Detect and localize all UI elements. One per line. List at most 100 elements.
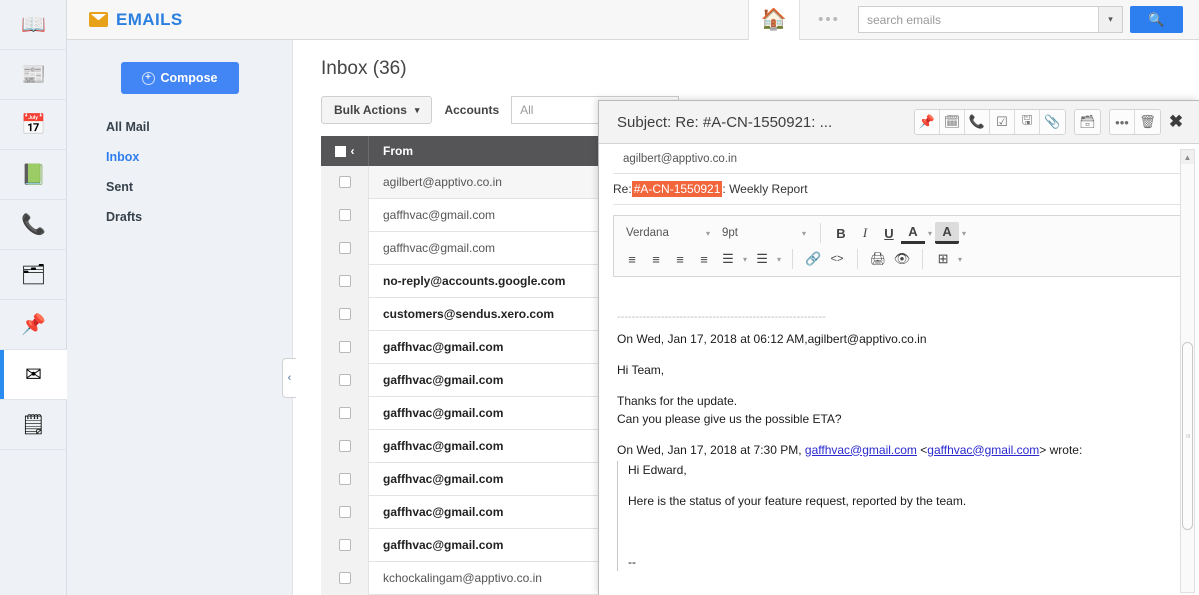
recipient-field[interactable]: agilbert@apptivo.co.in: [613, 144, 1185, 174]
bullet-list-caret-icon[interactable]: ▾: [740, 255, 750, 264]
rail-item-news[interactable]: 📰: [0, 50, 67, 100]
insert-link-button[interactable]: 🔗: [801, 248, 825, 270]
select-all-checkbox[interactable]: [334, 145, 346, 157]
subject-field[interactable]: Re: #A-CN-1550921 : Weekly Report: [613, 174, 1185, 205]
row-checkbox-cell[interactable]: [321, 561, 369, 595]
row-checkbox-cell[interactable]: [321, 264, 369, 298]
select-all-cell[interactable]: ‹: [321, 136, 369, 166]
bullet-list-button[interactable]: ☰: [716, 248, 740, 270]
sender-email-link-1[interactable]: gaffhvac@gmail.com: [805, 443, 917, 457]
rail-item-emails[interactable]: ✉: [0, 350, 67, 400]
scroll-up-button[interactable]: ▲: [1181, 150, 1194, 164]
sidebar-item-all-mail[interactable]: All Mail: [67, 112, 292, 142]
appointments-icon: 🗂: [20, 263, 47, 286]
highlight-caret-icon[interactable]: ▾: [959, 229, 969, 238]
table-caret-icon[interactable]: ▾: [955, 255, 965, 264]
rail-item-notes[interactable]: 🗒: [0, 400, 67, 450]
row-checkbox-cell[interactable]: [321, 462, 369, 496]
font-color-caret-icon[interactable]: ▾: [925, 229, 935, 238]
font-family-select[interactable]: Verdana ▾: [620, 222, 716, 244]
preview-button[interactable]: 👁: [890, 248, 914, 270]
sender-email-link-2[interactable]: gaffhvac@gmail.com: [927, 443, 1039, 457]
home-button[interactable]: 🏠: [748, 0, 800, 40]
calendar-button[interactable]: 🗓: [940, 110, 965, 134]
row-checkbox-cell[interactable]: [321, 231, 369, 265]
print-button[interactable]: 🖨: [866, 248, 890, 270]
header-more-button[interactable]: •••: [800, 0, 858, 40]
rail-item-calendar[interactable]: 📅: [0, 100, 67, 150]
font-color-button[interactable]: A: [901, 222, 925, 244]
italic-button[interactable]: I: [853, 222, 877, 244]
chevron-down-icon: ▾: [414, 104, 420, 115]
calls-icon: 📞: [21, 213, 46, 236]
row-checkbox-cell[interactable]: [321, 396, 369, 430]
attachment-button[interactable]: 📎: [1040, 110, 1065, 134]
row-checkbox-cell[interactable]: [321, 165, 369, 199]
row-checkbox-cell[interactable]: [321, 330, 369, 364]
delete-button[interactable]: 🗑: [1135, 110, 1160, 134]
row-checkbox[interactable]: [338, 242, 351, 254]
row-checkbox[interactable]: [338, 374, 351, 386]
task-button[interactable]: ☑: [990, 110, 1015, 134]
row-checkbox[interactable]: [338, 572, 351, 584]
highlight-color-button[interactable]: A: [935, 222, 960, 244]
close-dialog-button[interactable]: ✖: [1161, 110, 1191, 134]
row-checkbox[interactable]: [338, 539, 351, 551]
row-checkbox[interactable]: [338, 176, 351, 188]
search-input[interactable]: search emails: [858, 6, 1098, 33]
insert-table-button[interactable]: ⊞: [931, 248, 955, 270]
font-family-value: Verdana: [626, 227, 669, 239]
more-options-button[interactable]: •••: [1110, 110, 1135, 134]
sidebar-item-drafts[interactable]: Drafts: [67, 202, 292, 232]
row-from: gaffhvac@gmail.com: [383, 472, 504, 486]
row-checkbox-cell[interactable]: [321, 363, 369, 397]
row-checkbox-cell[interactable]: [321, 297, 369, 331]
scrollbar-track[interactable]: ≡: [1181, 164, 1194, 578]
row-checkbox[interactable]: [338, 308, 351, 320]
row-checkbox[interactable]: [338, 275, 351, 287]
panel-collapse-handle[interactable]: ‹: [282, 358, 296, 398]
source-code-button[interactable]: <>: [825, 248, 849, 270]
pin-button[interactable]: 📌: [915, 110, 940, 134]
body-scrollbar[interactable]: ▲ ≡: [1180, 149, 1195, 593]
move-to-folder-button[interactable]: 🗃: [1075, 110, 1100, 134]
row-checkbox[interactable]: [338, 473, 351, 485]
row-checkbox[interactable]: [338, 407, 351, 419]
row-checkbox[interactable]: [338, 440, 351, 452]
align-right-button[interactable]: ≡: [668, 248, 692, 270]
sidebar-item-sent[interactable]: Sent: [67, 172, 292, 202]
align-justify-button[interactable]: ≡: [692, 248, 716, 270]
sort-arrow-icon[interactable]: ‹: [351, 144, 355, 158]
scrollbar-thumb[interactable]: ≡: [1182, 342, 1193, 530]
rail-item-pin[interactable]: 📌: [0, 300, 67, 350]
rail-item-tasks[interactable]: 📗: [0, 150, 67, 200]
document-button[interactable]: 🖫: [1015, 110, 1040, 134]
numbered-list-button[interactable]: ☰: [750, 248, 774, 270]
row-checkbox-cell[interactable]: [321, 198, 369, 232]
row-checkbox-cell[interactable]: [321, 429, 369, 463]
row-checkbox[interactable]: [338, 209, 351, 221]
row-checkbox-cell[interactable]: [321, 495, 369, 529]
underline-button[interactable]: U: [877, 222, 901, 244]
compose-button[interactable]: + Compose: [120, 62, 239, 94]
row-checkbox-cell[interactable]: [321, 528, 369, 562]
column-header-from[interactable]: From: [369, 144, 413, 158]
row-checkbox[interactable]: [338, 506, 351, 518]
align-left-button[interactable]: ≡: [620, 248, 644, 270]
chevron-left-icon: ‹: [287, 372, 292, 384]
search-dropdown-button[interactable]: ▾: [1098, 6, 1123, 33]
bold-button[interactable]: B: [829, 222, 853, 244]
search-button[interactable]: 🔍: [1130, 6, 1183, 33]
numbered-list-caret-icon[interactable]: ▾: [774, 255, 784, 264]
rail-item-appointments[interactable]: 🗂: [0, 250, 67, 300]
rail-item-contacts-book[interactable]: 📖: [0, 0, 67, 50]
message-body[interactable]: ----------------------------------------…: [613, 309, 1171, 595]
font-size-select[interactable]: 9pt ▾: [716, 222, 812, 244]
sidebar-item-inbox[interactable]: Inbox: [67, 142, 292, 172]
row-checkbox[interactable]: [338, 341, 351, 353]
bulk-actions-button[interactable]: Bulk Actions ▾: [321, 96, 433, 124]
attachment-icon: 📎: [1044, 114, 1061, 129]
rail-item-calls[interactable]: 📞: [0, 200, 67, 250]
call-button[interactable]: 📞: [965, 110, 990, 134]
align-center-button[interactable]: ≡: [644, 248, 668, 270]
